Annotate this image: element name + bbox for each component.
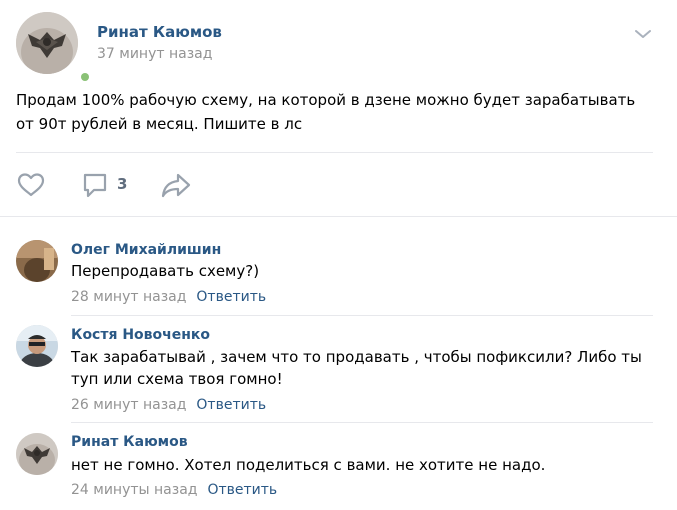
post-author-avatar[interactable] [16, 12, 78, 74]
online-indicator [79, 71, 91, 83]
comment-avatar[interactable] [16, 240, 58, 282]
comment-button[interactable]: 3 [80, 170, 132, 200]
post-timestamp[interactable]: 37 минут назад [97, 46, 212, 62]
comment-text: Так зарабатывай , зачем что то продавать… [71, 348, 642, 388]
comment-divider [71, 422, 653, 423]
comment-avatar[interactable] [16, 433, 58, 475]
comment-icon [83, 173, 107, 198]
comment-author[interactable]: Ринат Каюмов [71, 434, 188, 450]
comments-separator [0, 216, 677, 217]
post-text: Продам 100% рабочую схему, на которой в … [16, 91, 636, 133]
comment-meta: 24 минуты назад Ответить [71, 482, 277, 498]
comment-timestamp[interactable]: 26 минут назад [71, 397, 186, 413]
comment-count: 3 [117, 175, 128, 193]
chevron-down-icon[interactable] [633, 26, 653, 40]
comment-text: нет не гомно. Хотел поделиться с вами. н… [71, 456, 546, 474]
post-header: Ринат Каюмов 37 минут назад [16, 12, 661, 83]
post-divider [16, 152, 653, 153]
comment-author[interactable]: Костя Новоченко [71, 327, 210, 343]
comment-meta: 26 минут назад Ответить [71, 397, 266, 413]
reply-link[interactable]: Ответить [196, 289, 266, 305]
like-button[interactable] [16, 170, 46, 200]
reply-link[interactable]: Ответить [196, 397, 266, 413]
comment-avatar[interactable] [16, 325, 58, 367]
comment-timestamp[interactable]: 28 минут назад [71, 289, 186, 305]
post-author-name[interactable]: Ринат Каюмов [97, 23, 222, 41]
comment-divider [71, 315, 653, 316]
share-icon [161, 173, 191, 198]
comment-text: Перепродавать схему?) [71, 262, 260, 280]
reply-link[interactable]: Ответить [207, 482, 277, 498]
comment-timestamp[interactable]: 24 минуты назад [71, 482, 197, 498]
heart-icon [17, 173, 45, 197]
comment-author[interactable]: Олег Михайлишин [71, 242, 221, 258]
share-button[interactable] [160, 170, 192, 200]
comment-meta: 28 минут назад Ответить [71, 289, 266, 305]
post-card: Ринат Каюмов 37 минут назад Продам 100% … [0, 0, 677, 510]
